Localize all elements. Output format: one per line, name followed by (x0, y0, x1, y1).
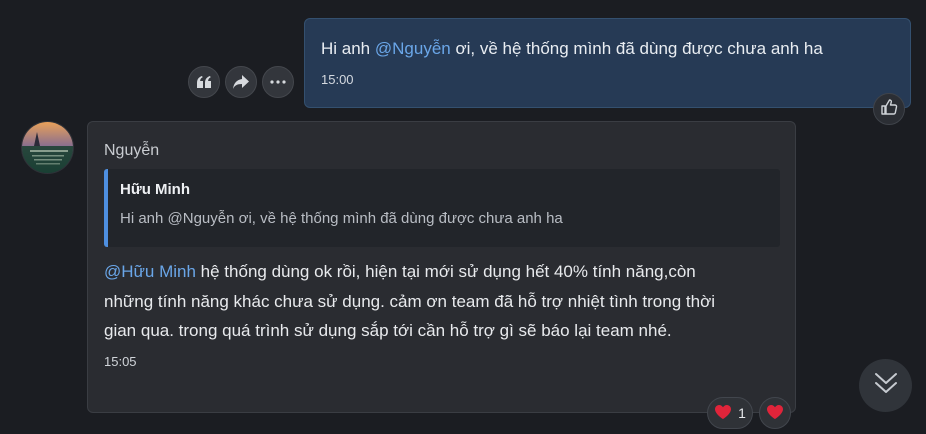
quoted-text: Hi anh @Nguyễn ơi, về hệ thống mình đã d… (120, 210, 563, 227)
quote-button[interactable] (188, 66, 220, 98)
outgoing-text-part: Hi anh (321, 39, 375, 58)
sender-name[interactable]: Nguyễn (104, 142, 779, 160)
reaction-heart-count[interactable]: 1 (707, 397, 753, 429)
incoming-message-text: @Hữu Minh hệ thống dùng ok rồi, hiện tại… (104, 257, 744, 346)
heart-icon (714, 404, 732, 423)
quoted-message[interactable]: Hữu Minh Hi anh @Nguyễn ơi, về hệ thống … (104, 169, 780, 247)
thumbs-up-icon (880, 98, 898, 121)
scroll-to-bottom-button[interactable] (859, 359, 912, 412)
quoted-author: Hữu Minh (120, 181, 191, 198)
avatar[interactable] (21, 121, 74, 174)
double-chevron-down-icon (873, 370, 899, 401)
more-options-button[interactable] (262, 66, 294, 98)
forward-icon (232, 74, 250, 90)
outgoing-message[interactable]: Hi anh @Nguyễn ơi, về hệ thống mình đã d… (304, 18, 911, 108)
incoming-timestamp: 15:05 (104, 353, 137, 369)
outgoing-message-text: Hi anh @Nguyễn ơi, về hệ thống mình đã d… (321, 38, 894, 60)
add-heart-reaction[interactable] (759, 397, 791, 429)
incoming-message[interactable]: Nguyễn Hữu Minh Hi anh @Nguyễn ơi, về hệ… (87, 121, 796, 413)
reaction-count: 1 (738, 405, 746, 421)
forward-button[interactable] (225, 66, 257, 98)
outgoing-timestamp: 15:00 (321, 72, 354, 87)
mention-link[interactable]: @Nguyễn (375, 39, 451, 58)
incoming-text-body: hệ thống dùng ok rồi, hiện tại mới sử dụ… (104, 262, 715, 340)
mention-link[interactable]: @Hữu Minh (104, 262, 196, 281)
more-icon (270, 80, 286, 84)
quote-icon (196, 75, 212, 89)
outgoing-text-part: ơi, về hệ thống mình đã dùng được chưa a… (450, 39, 823, 58)
like-button[interactable] (873, 93, 905, 125)
heart-icon (766, 404, 784, 423)
